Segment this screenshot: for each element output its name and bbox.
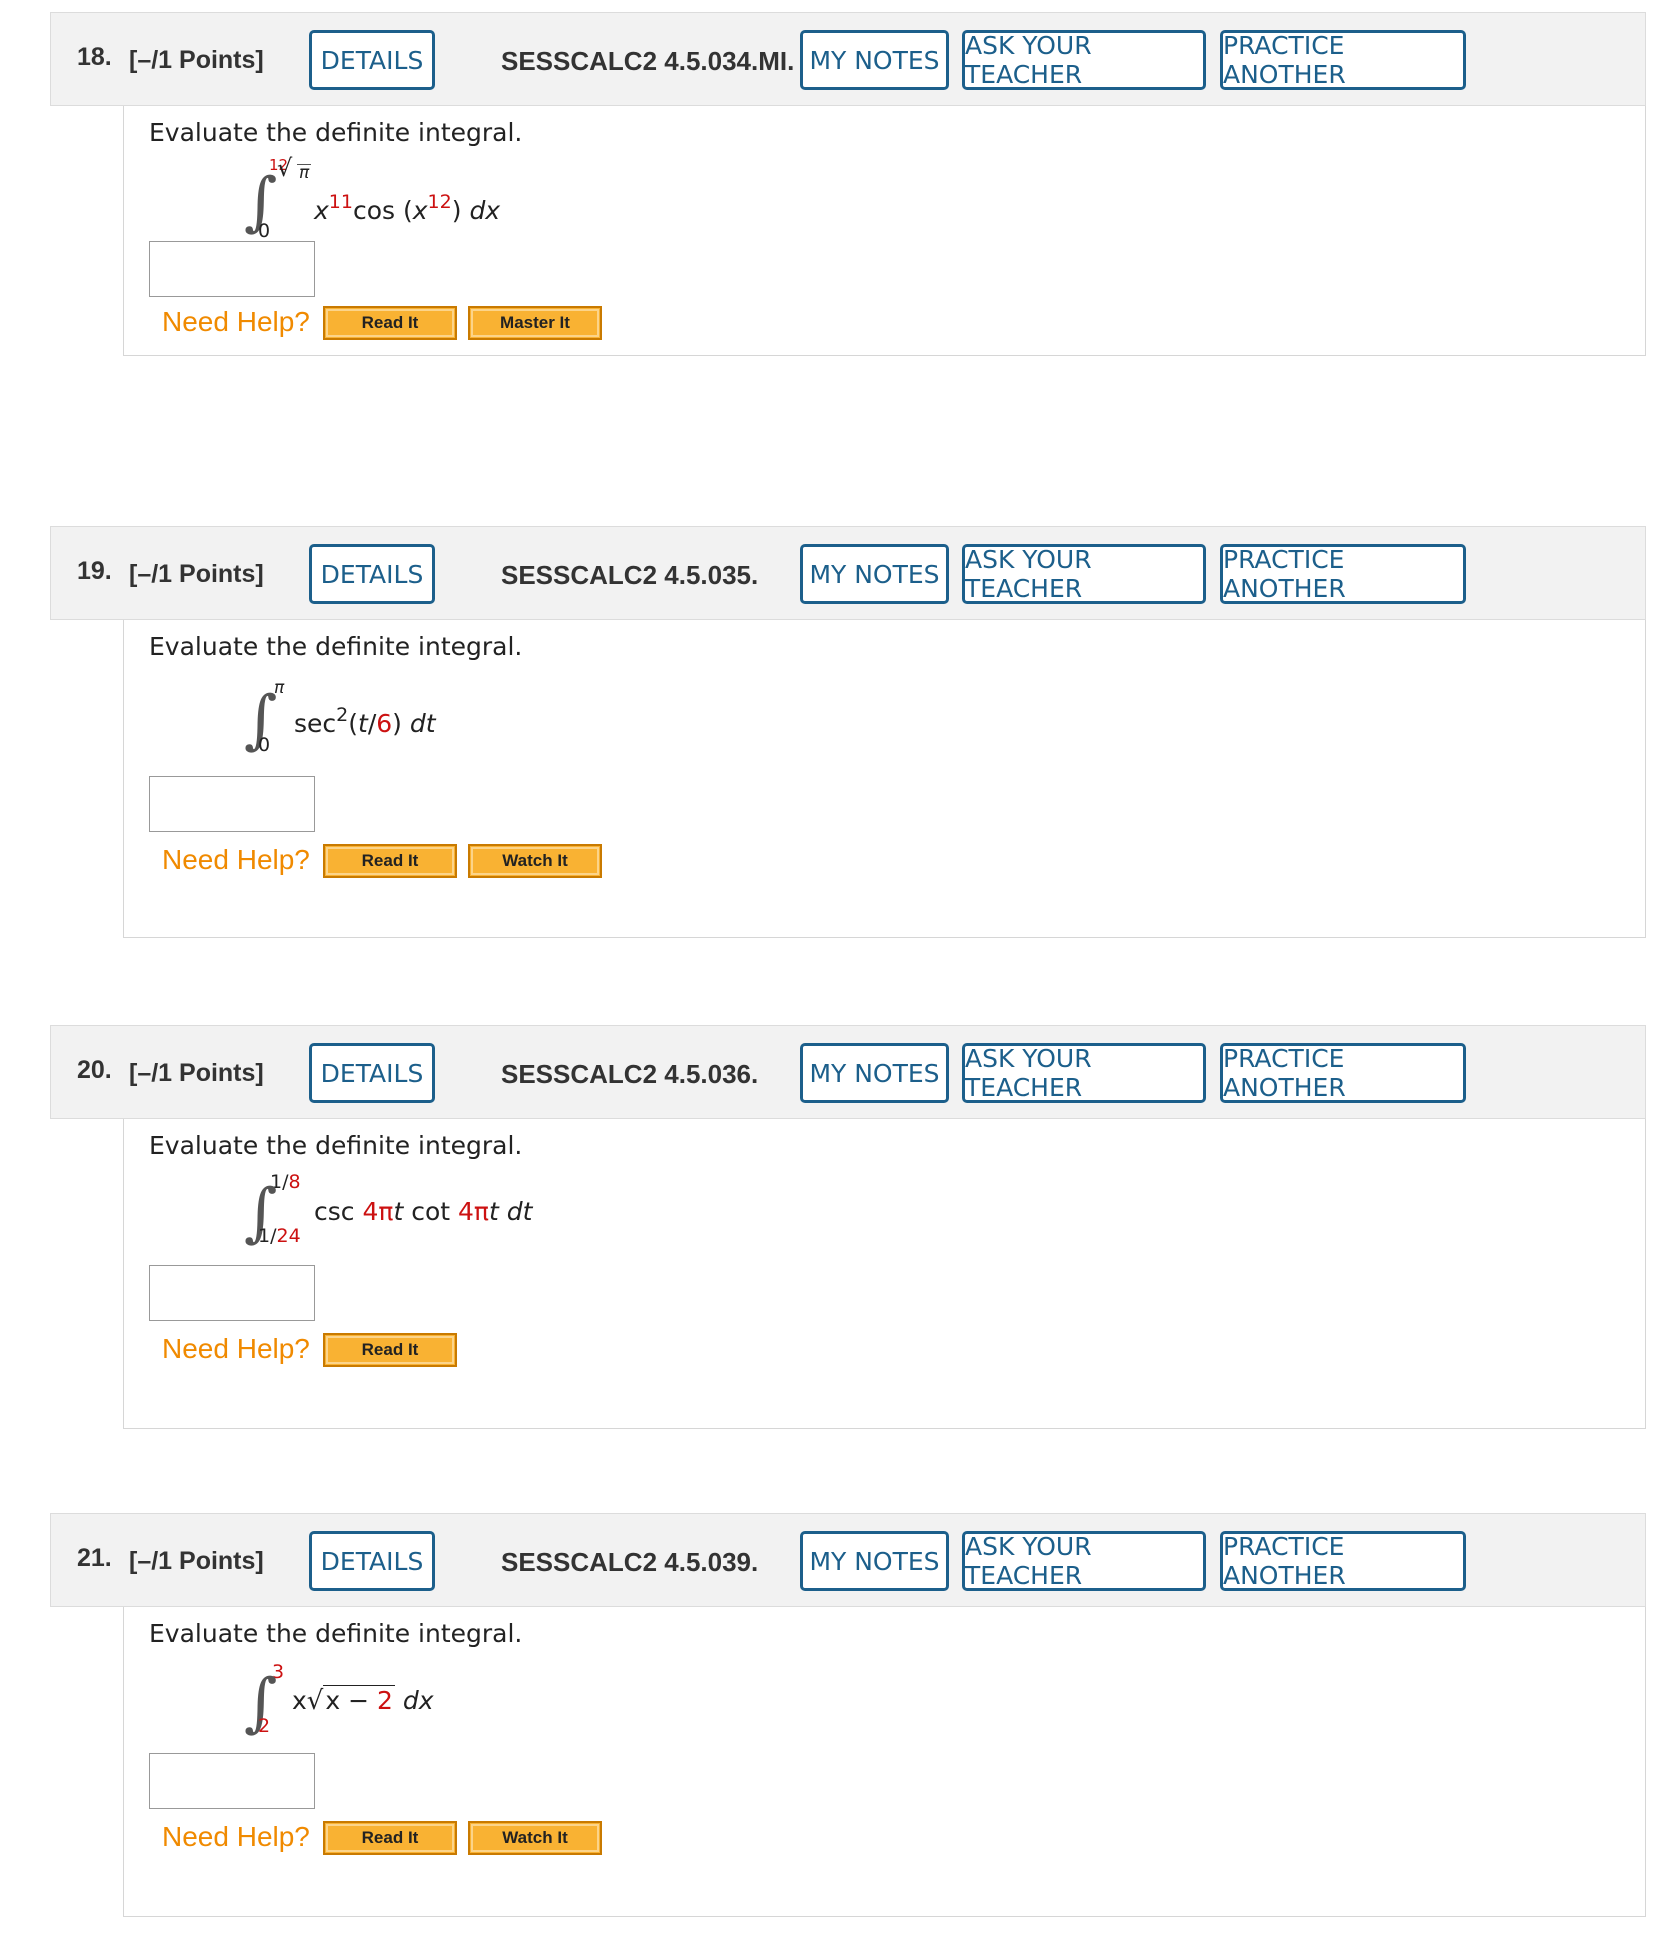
- integrand: sec2(t/6) dt: [294, 704, 436, 738]
- integral-expression: 1/8 ∫ 1/24 csc 4πt cot 4πt dt: [244, 1173, 644, 1253]
- integral-expression: 12 √ π ∫ 0 x11cos (x12) dx: [244, 154, 624, 242]
- details-button[interactable]: DETAILS: [309, 30, 435, 90]
- need-help-label: Need Help?: [162, 306, 310, 337]
- question-code: SESSCALC2 4.5.035.: [501, 560, 759, 590]
- need-help-label: Need Help?: [162, 1333, 310, 1364]
- answer-input[interactable]: [149, 1753, 315, 1809]
- question-20: 20. [–/1 Points] DETAILS SESSCALC2 4.5.0…: [50, 1025, 1646, 1435]
- ask-your-teacher-button[interactable]: ASK YOUR TEACHER: [962, 544, 1206, 604]
- read-it-button[interactable]: Read It: [323, 1333, 457, 1367]
- question-number: 20.: [77, 1056, 112, 1084]
- question-body: Evaluate the definite integral. π ∫ 0 se…: [123, 620, 1646, 938]
- question-21: 21. [–/1 Points] DETAILS SESSCALC2 4.5.0…: [50, 1513, 1646, 1923]
- question-prompt: Evaluate the definite integral.: [149, 632, 523, 661]
- question-code: SESSCALC2 4.5.036.: [501, 1059, 759, 1089]
- ask-your-teacher-button[interactable]: ASK YOUR TEACHER: [962, 1043, 1206, 1103]
- question-19: 19. [–/1 Points] DETAILS SESSCALC2 4.5.0…: [50, 526, 1646, 946]
- lower-limit: 0: [258, 734, 271, 756]
- lower-limit: 1/24: [258, 1225, 301, 1247]
- question-18: 18. [–/1 Points] DETAILS SESSCALC2 4.5.0…: [50, 12, 1646, 356]
- question-body: Evaluate the definite integral. 3 ∫ 2 x√…: [123, 1607, 1646, 1917]
- answer-input[interactable]: [149, 776, 315, 832]
- question-number: 21.: [77, 1544, 112, 1572]
- details-button[interactable]: DETAILS: [309, 544, 435, 604]
- my-notes-button[interactable]: MY NOTES: [800, 1531, 949, 1591]
- upper-limit: π: [297, 163, 312, 183]
- ask-your-teacher-button[interactable]: ASK YOUR TEACHER: [962, 1531, 1206, 1591]
- integrand: x11cos (x12) dx: [314, 191, 501, 225]
- my-notes-button[interactable]: MY NOTES: [800, 544, 949, 604]
- answer-input[interactable]: [149, 1265, 315, 1321]
- practice-another-button[interactable]: PRACTICE ANOTHER: [1220, 1043, 1466, 1103]
- details-button[interactable]: DETAILS: [309, 1043, 435, 1103]
- practice-another-button[interactable]: PRACTICE ANOTHER: [1220, 544, 1466, 604]
- answer-input[interactable]: [149, 241, 315, 297]
- lower-limit: 0: [258, 220, 271, 242]
- integral-expression: π ∫ 0 sec2(t/6) dt: [244, 680, 544, 760]
- question-points: [–/1 Points]: [129, 1547, 264, 1575]
- need-help-label: Need Help?: [162, 844, 310, 875]
- question-prompt: Evaluate the definite integral.: [149, 1131, 523, 1160]
- integral-expression: 3 ∫ 2 x√x − 2 dx: [244, 1663, 544, 1743]
- read-it-button[interactable]: Read It: [323, 844, 457, 878]
- radical-icon: √: [277, 154, 293, 182]
- need-help-label: Need Help?: [162, 1821, 310, 1852]
- question-number: 19.: [77, 557, 112, 585]
- square-root-icon: √: [306, 1686, 324, 1716]
- question-number: 18.: [77, 43, 112, 71]
- my-notes-button[interactable]: MY NOTES: [800, 30, 949, 90]
- read-it-button[interactable]: Read It: [323, 306, 457, 340]
- question-points: [–/1 Points]: [129, 1059, 264, 1087]
- question-header: 18. [–/1 Points] DETAILS SESSCALC2 4.5.0…: [50, 12, 1646, 106]
- need-help-row: Need Help? Read It: [162, 1333, 662, 1367]
- need-help-row: Need Help? Read It Watch It: [162, 844, 662, 878]
- question-header: 19. [–/1 Points] DETAILS SESSCALC2 4.5.0…: [50, 526, 1646, 620]
- need-help-row: Need Help? Read It Master It: [162, 306, 662, 340]
- integrand: x√x − 2 dx: [292, 1685, 434, 1716]
- question-body: Evaluate the definite integral. 1/8 ∫ 1/…: [123, 1119, 1646, 1429]
- question-prompt: Evaluate the definite integral.: [149, 1619, 523, 1648]
- integrand: csc 4πt cot 4πt dt: [314, 1197, 533, 1226]
- question-code: SESSCALC2 4.5.039.: [501, 1547, 759, 1577]
- question-points: [–/1 Points]: [129, 46, 264, 74]
- practice-another-button[interactable]: PRACTICE ANOTHER: [1220, 30, 1466, 90]
- question-body: Evaluate the definite integral. 12 √ π ∫…: [123, 106, 1646, 356]
- ask-your-teacher-button[interactable]: ASK YOUR TEACHER: [962, 30, 1206, 90]
- lower-limit: 2: [258, 1715, 271, 1737]
- practice-another-button[interactable]: PRACTICE ANOTHER: [1220, 1531, 1466, 1591]
- details-button[interactable]: DETAILS: [309, 1531, 435, 1591]
- need-help-row: Need Help? Read It Watch It: [162, 1821, 662, 1855]
- watch-it-button[interactable]: Watch It: [468, 844, 602, 878]
- question-header: 21. [–/1 Points] DETAILS SESSCALC2 4.5.0…: [50, 1513, 1646, 1607]
- question-header: 20. [–/1 Points] DETAILS SESSCALC2 4.5.0…: [50, 1025, 1646, 1119]
- my-notes-button[interactable]: MY NOTES: [800, 1043, 949, 1103]
- master-it-button[interactable]: Master It: [468, 306, 602, 340]
- read-it-button[interactable]: Read It: [323, 1821, 457, 1855]
- watch-it-button[interactable]: Watch It: [468, 1821, 602, 1855]
- question-prompt: Evaluate the definite integral.: [149, 118, 523, 147]
- question-points: [–/1 Points]: [129, 560, 264, 588]
- question-code: SESSCALC2 4.5.034.MI.: [501, 46, 795, 76]
